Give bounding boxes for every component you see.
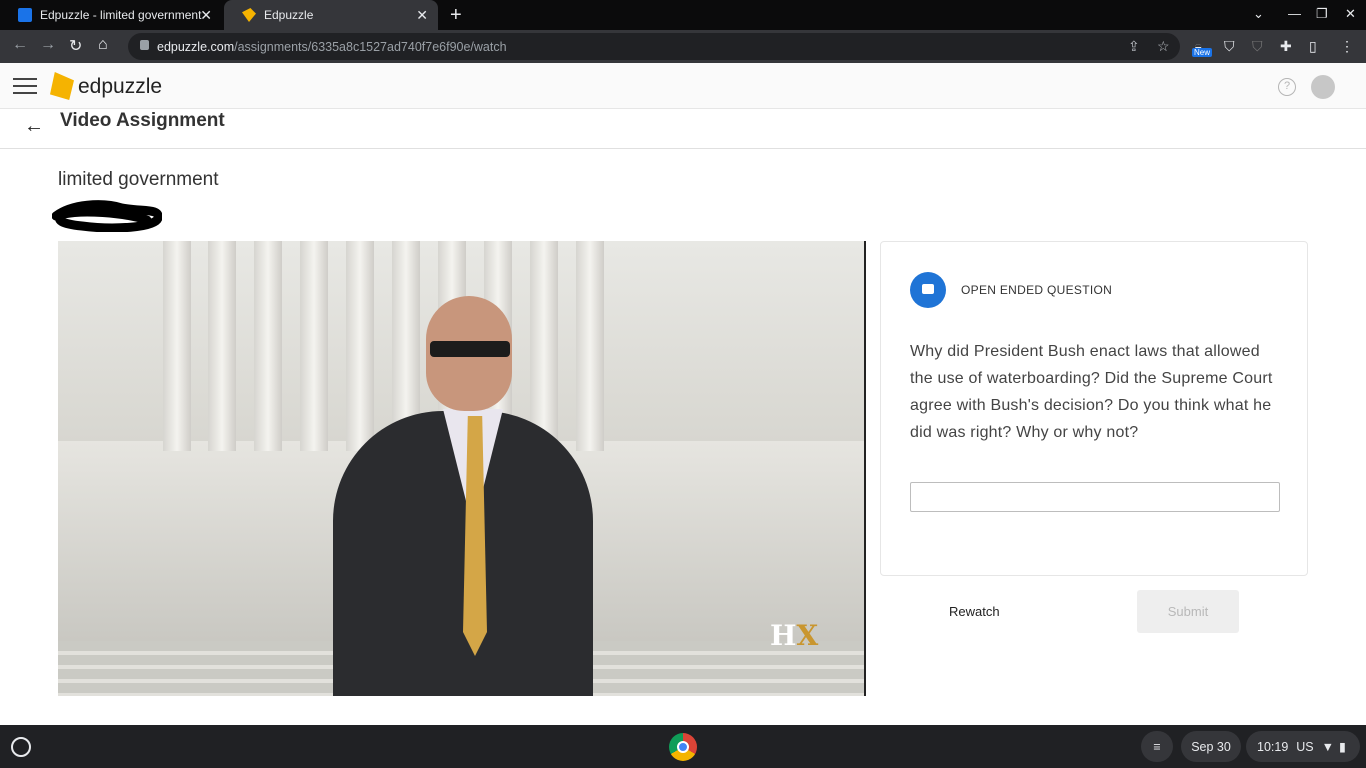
assignment-title: limited government: [58, 169, 219, 190]
video-player[interactable]: HX: [58, 241, 866, 696]
column: [346, 241, 374, 451]
app-header: edpuzzle ?: [0, 63, 1366, 109]
tab-title: Edpuzzle - limited government: [40, 8, 202, 22]
hamburger-menu-icon[interactable]: [13, 78, 37, 94]
brave-shield-icon[interactable]: ⛉: [1224, 38, 1235, 55]
column: [254, 241, 282, 451]
home-icon[interactable]: ⌂: [98, 36, 108, 54]
browser-toolbar: ← → ↻ ⌂ edpuzzle.com/assignments/6335a8c…: [0, 30, 1366, 63]
column: [576, 241, 604, 451]
redaction-scribble: [52, 200, 162, 232]
bookmark-star-icon[interactable]: ☆: [1157, 38, 1170, 55]
address-bar[interactable]: edpuzzle.com/assignments/6335a8c1527ad74…: [128, 33, 1180, 60]
open-question-chat-icon: [910, 272, 946, 308]
column: [208, 241, 236, 451]
page-subheader: ← Video Assignment: [0, 109, 1366, 149]
edpuzzle-logo-icon[interactable]: [50, 72, 74, 100]
share-icon[interactable]: ⇪: [1128, 38, 1140, 55]
os-shelf: ≡ Sep 30 10:19 US ▼ ▮: [0, 725, 1366, 768]
status-tray[interactable]: 10:19 US ▼ ▮: [1246, 731, 1360, 762]
wifi-icon: ▼: [1321, 739, 1335, 754]
url-path: /assignments/6335a8c1527ad740f7e6f90e/wa…: [234, 40, 507, 54]
tab-title: Edpuzzle: [264, 8, 314, 22]
history-channel-watermark: HX: [770, 619, 818, 652]
tab-search-chevron-icon[interactable]: ⌄: [1253, 6, 1264, 22]
close-tab-icon[interactable]: ✕: [416, 7, 428, 24]
answer-input[interactable]: [910, 482, 1280, 512]
rewatch-button[interactable]: Rewatch: [949, 604, 1000, 619]
close-window-icon[interactable]: ✕: [1345, 6, 1356, 22]
tab-edpuzzle-limited-government[interactable]: Edpuzzle - limited government ✕: [0, 0, 222, 30]
watermark-x: X: [796, 619, 819, 652]
kebab-menu-icon[interactable]: ⋮: [1340, 38, 1354, 55]
help-icon[interactable]: ?: [1278, 78, 1296, 96]
column: [300, 241, 328, 451]
avatar[interactable]: [1311, 75, 1335, 99]
page-title: Video Assignment: [60, 110, 225, 131]
tab-edpuzzle[interactable]: Edpuzzle ✕: [224, 0, 438, 30]
date-pill[interactable]: Sep 30: [1181, 731, 1241, 762]
launcher-icon[interactable]: [11, 737, 31, 757]
extensions-puzzle-icon[interactable]: ✚: [1280, 38, 1292, 55]
restore-icon[interactable]: ❐: [1316, 6, 1328, 22]
battery-icon: ▮: [1339, 740, 1346, 754]
close-tab-icon[interactable]: ✕: [200, 7, 212, 24]
forward-arrow-icon[interactable]: →: [40, 36, 56, 54]
tab-strip: Edpuzzle - limited government ✕ Edpuzzle…: [0, 0, 1366, 30]
question-card: OPEN ENDED QUESTION Why did President Bu…: [880, 241, 1308, 576]
submit-button[interactable]: Submit: [1137, 590, 1239, 633]
presenter-glasses: [430, 341, 510, 357]
url-domain: edpuzzle.com: [157, 40, 235, 54]
back-arrow-icon[interactable]: ←: [24, 115, 44, 138]
column: [530, 241, 558, 451]
question-text: Why did President Bush enact laws that a…: [910, 343, 1273, 441]
side-panel-icon[interactable]: ▯: [1309, 38, 1317, 55]
url-text: edpuzzle.com/assignments/6335a8c1527ad74…: [157, 40, 507, 54]
new-tab-plus-icon[interactable]: +: [450, 4, 462, 27]
brand-name[interactable]: edpuzzle: [78, 75, 162, 99]
extension-new-badge: New: [1192, 48, 1213, 57]
keyboard-locale: US: [1296, 739, 1314, 754]
lock-icon: [140, 40, 149, 50]
google-classroom-favicon-icon: [18, 8, 32, 22]
minimize-icon[interactable]: —: [1288, 6, 1301, 21]
watermark-h: H: [770, 619, 797, 652]
playlist-icon[interactable]: ≡: [1141, 731, 1173, 762]
reload-icon[interactable]: ↻: [69, 36, 82, 56]
column: [163, 241, 191, 451]
edpuzzle-favicon-icon: [242, 8, 256, 22]
chrome-app-icon[interactable]: [669, 733, 697, 761]
question-type-label: OPEN ENDED QUESTION: [961, 283, 1113, 297]
clock-time: 10:19: [1257, 739, 1289, 754]
back-arrow-icon[interactable]: ←: [12, 36, 28, 54]
shield-extension-icon[interactable]: ⛉: [1252, 38, 1263, 55]
